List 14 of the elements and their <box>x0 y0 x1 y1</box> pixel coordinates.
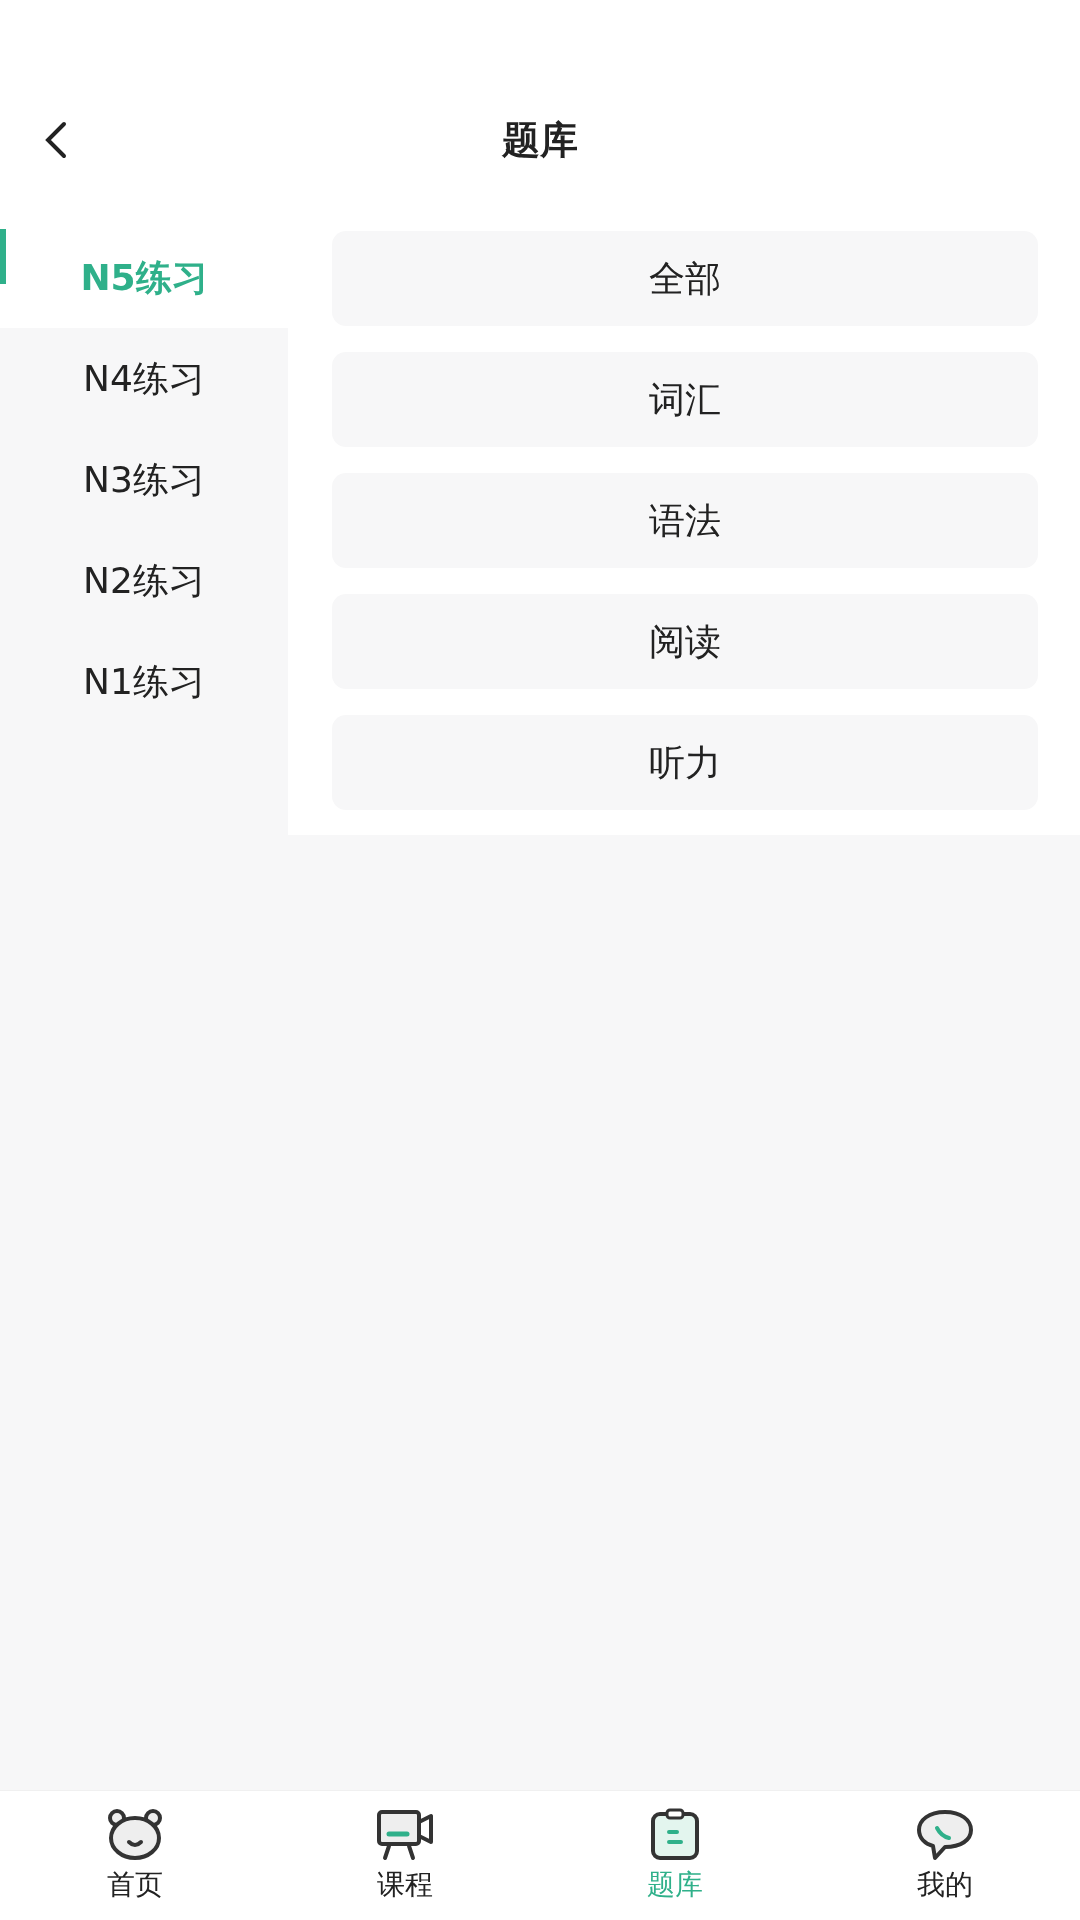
level-tab[interactable]: N1练习 <box>0 631 288 732</box>
selection-indicator <box>0 229 6 284</box>
level-tab[interactable]: N3练习 <box>0 429 288 530</box>
nav-tab[interactable]: 首页 <box>0 1791 270 1920</box>
category-button[interactable]: 阅读 <box>332 594 1038 689</box>
category-button[interactable]: 语法 <box>332 473 1038 568</box>
nav-tab[interactable]: 课程 <box>270 1791 540 1920</box>
page-title: 题库 <box>502 116 578 164</box>
category-button[interactable]: 全部 <box>332 231 1038 326</box>
level-tab[interactable]: N4练习 <box>0 328 288 429</box>
category-button[interactable]: 词汇 <box>332 352 1038 447</box>
nav-tab[interactable]: 我的 <box>810 1791 1080 1920</box>
category-button[interactable]: 听力 <box>332 715 1038 810</box>
level-tab[interactable]: N2练习 <box>0 530 288 631</box>
